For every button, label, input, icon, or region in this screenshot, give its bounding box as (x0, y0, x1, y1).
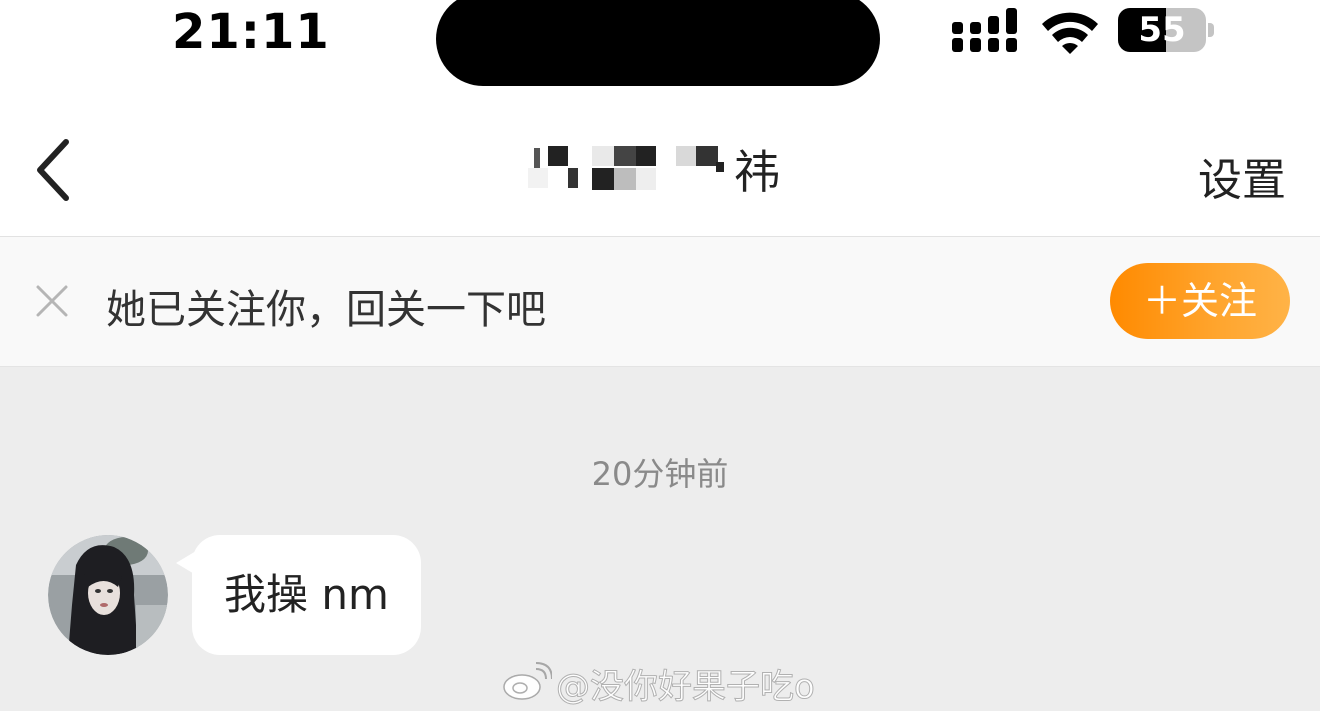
settings-button[interactable]: 设置 (1198, 144, 1286, 208)
battery-level: 55 (1138, 10, 1186, 50)
nav-title: 祎 (520, 132, 800, 202)
close-icon[interactable] (34, 283, 70, 319)
avatar[interactable] (48, 535, 168, 655)
nav-title-text: 祎 (734, 145, 780, 199)
follow-button[interactable]: ＋关注 (1110, 263, 1290, 339)
dynamic-island (436, 0, 880, 86)
battery-tip (1208, 23, 1214, 37)
battery-icon: 55 (1118, 8, 1218, 54)
watermark-text: @没你好果子吃o (556, 667, 816, 708)
message-timestamp: 20分钟前 (591, 455, 729, 493)
nav-bar: 祎 设置 (0, 92, 1320, 237)
message-text: 我操 nm (224, 570, 389, 619)
message-bubble[interactable]: 我操 nm (192, 535, 421, 655)
chat-screen: 21:11 55 祎 设置 她已关注你，回关一下吧 ＋关注 20分钟前 我操 n… (0, 0, 1320, 711)
weibo-logo-icon (503, 662, 552, 700)
avatar-image (48, 535, 168, 655)
pixelated-name-mosaic (520, 140, 730, 196)
battery-body: 55 (1118, 8, 1206, 52)
cellular-signal-icon (952, 8, 1017, 52)
back-button[interactable] (28, 136, 84, 204)
chevron-left-icon (37, 139, 69, 201)
status-bar: 21:11 55 (0, 0, 1320, 92)
chat-area[interactable]: 20分钟前 我操 nm @没你好果子吃o (0, 367, 1320, 711)
follow-back-banner: 她已关注你，回关一下吧 ＋关注 (0, 237, 1320, 367)
status-time: 21:11 (172, 4, 330, 60)
follow-back-prompt: 她已关注你，回关一下吧 (106, 287, 546, 333)
wifi-icon (1042, 12, 1098, 54)
